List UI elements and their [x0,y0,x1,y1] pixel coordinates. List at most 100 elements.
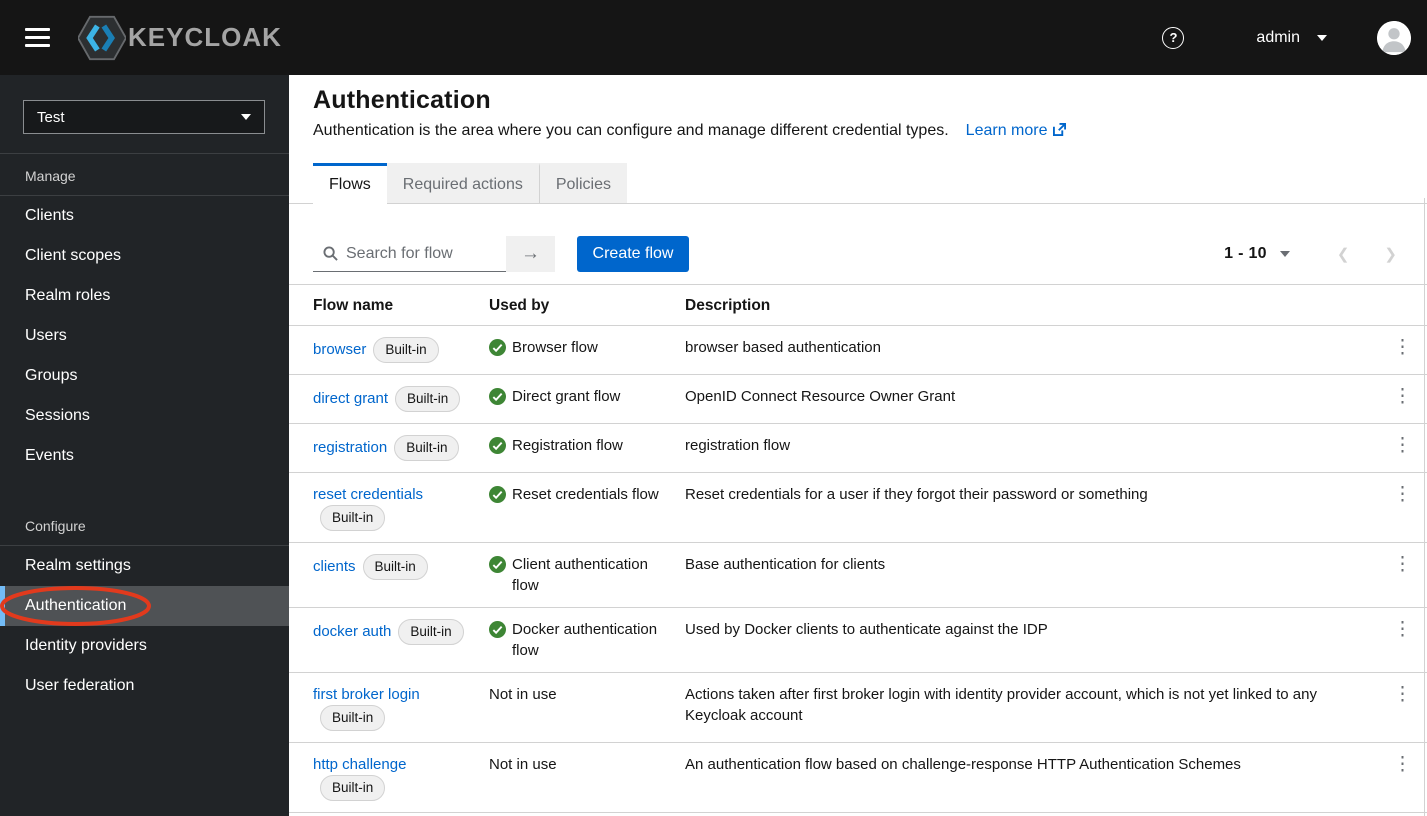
flow-name-content: registration Built-in [313,435,460,461]
table-row-clients: clients Built-in Client authentication flo… [289,543,1427,608]
menu-icon[interactable] [25,23,50,52]
sidebar-item-label: Authentication [25,597,127,614]
keycloak-logo: KEYCLOAK [78,15,282,61]
tab-required-actions[interactable]: Required actions [386,163,540,203]
sidebar-item-label: User federation [25,677,135,694]
sidebar-item-user-federation[interactable]: User federation [0,666,289,706]
sidebar-item-label: Clients [25,207,74,224]
success-check-icon [489,556,506,573]
built-in-badge: Built-in [320,775,386,801]
flow-link-browser[interactable]: browser [313,341,366,358]
description-cell: Used by Docker clients to authenticate a… [685,621,1048,638]
user-menu[interactable]: admin [1256,29,1327,47]
sidebar-item-authentication[interactable]: Authentication [0,586,289,626]
used-by-cell: Not in use [489,756,557,773]
help-icon[interactable]: ? [1162,26,1185,49]
flow-link-http-challenge[interactable]: http challenge [313,756,406,773]
pagination-menu-toggle[interactable] [1279,251,1290,257]
column-header-used-by: Used by [489,297,550,314]
chevron-down-icon [241,114,251,120]
flow-link-direct-grant[interactable]: direct grant [313,390,388,407]
table-row-direct-grant: direct grant Built-in Direct grant flow Ope… [289,375,1427,424]
realm-name: Test [37,108,65,126]
keycloak-hexagon-icon [78,15,126,60]
sidebar-item-sessions[interactable]: Sessions [0,396,289,436]
create-flow-button[interactable]: Create flow [577,236,689,272]
sidebar-item-label: Identity providers [25,637,147,654]
table-row-docker-auth: docker auth Built-in Docker authentication… [289,608,1427,673]
description-cell: Actions taken after first broker login w… [685,686,1317,724]
row-kebab-button[interactable]: ⋮ [1371,743,1427,774]
pagination: 1 - 10 ❮ ❯ [1224,245,1397,263]
flow-name-cell: http challenge Built-in [289,743,489,812]
avatar[interactable] [1377,20,1411,55]
row-kebab-button[interactable]: ⋮ [1371,326,1427,357]
used-by-label: Browser flow [512,339,598,356]
table-row-first-broker-login: first broker login Built-in Not in use Acti… [289,673,1427,743]
search-icon [323,246,338,261]
description-cell: Reset credentials for a user if they for… [685,486,1148,503]
pagination-prev-button[interactable]: ❮ [1337,247,1350,262]
sidebar-item-label: Realm settings [25,557,131,574]
sidebar-item-events[interactable]: Events [0,436,289,476]
row-kebab-button[interactable]: ⋮ [1371,375,1427,406]
realm-switcher[interactable]: Test [23,100,265,134]
chevron-down-icon [1317,34,1327,41]
flows-table: Flow name Used by Description browser Bui… [289,284,1427,816]
flow-name-content: clients Built-in [313,554,428,580]
flow-name-cell: registration Built-in [289,424,489,472]
table-row-reset-credentials: reset credentials Built-in Reset credentia… [289,473,1427,543]
sidebar-item-label: Events [25,447,74,464]
flow-name-cell: docker auth Built-in [289,608,489,672]
sidebar-item-label: Sessions [25,407,90,424]
flow-name-cell: direct grant Built-in [289,375,489,423]
page-title: Authentication [313,86,491,114]
tab-policies[interactable]: Policies [539,163,627,203]
description-cell: OpenID Connect Resource Owner Grant [685,388,956,405]
sidebar-item-identity-providers[interactable]: Identity providers [0,626,289,666]
flow-name-cell: clients Built-in [289,543,489,607]
built-in-badge: Built-in [320,505,386,531]
sidebar-item-groups[interactable]: Groups [0,356,289,396]
sidebar-item-users[interactable]: Users [0,316,289,356]
used-by-label: Registration flow [512,437,623,454]
column-header-actions [1371,285,1427,325]
sidebar-item-clients[interactable]: Clients [0,196,289,236]
row-kebab-button[interactable]: ⋮ [1371,673,1427,704]
built-in-badge: Built-in [398,619,464,645]
used-by-cell: Reset credentials flow [489,473,685,542]
flow-link-first-broker-login[interactable]: first broker login [313,686,420,703]
external-link-icon [1052,123,1066,136]
flow-link-docker-auth[interactable]: docker auth [313,623,391,640]
table-row-browser: browser Built-in Browser flow browser based… [289,326,1427,375]
built-in-badge: Built-in [395,386,461,412]
description-cell: Base authentication for clients [685,556,886,573]
content-right-border [1424,198,1425,816]
sidebar-item-realm-settings[interactable]: Realm settings [0,546,289,586]
flow-name-content: reset credentials Built-in [313,486,423,531]
row-kebab-button[interactable]: ⋮ [1371,473,1427,504]
row-kebab-button[interactable]: ⋮ [1371,543,1427,574]
built-in-badge: Built-in [362,554,428,580]
pagination-next-button[interactable]: ❯ [1384,247,1397,262]
used-by-label: Reset credentials flow [512,486,659,503]
top-bar: KEYCLOAK ? admin [0,0,1427,75]
brand-text: KEYCLOAK [128,22,282,52]
search-submit-button[interactable]: → [506,236,555,272]
sidebar-item-realm-roles[interactable]: Realm roles [0,276,289,316]
tab-flows[interactable]: Flows [313,163,387,204]
search-input[interactable] [346,244,506,263]
flow-link-reset-credentials[interactable]: reset credentials [313,486,423,503]
flow-link-clients[interactable]: clients [313,558,356,575]
row-kebab-button[interactable]: ⋮ [1371,608,1427,639]
column-header-flow-name: Flow name [313,297,394,314]
flow-link-registration[interactable]: registration [313,439,387,456]
user-avatar-icon [1377,20,1411,55]
pagination-range: 1 - 10 [1224,245,1267,262]
learn-more-link[interactable]: Learn more [966,122,1066,139]
sidebar-item-client-scopes[interactable]: Client scopes [0,236,289,276]
toolbar: → Create flow 1 - 10 ❮ ❯ [289,204,1427,284]
description-cell: browser based authentication [685,339,881,356]
row-kebab-button[interactable]: ⋮ [1371,424,1427,455]
used-by-cell: Registration flow [489,424,685,472]
